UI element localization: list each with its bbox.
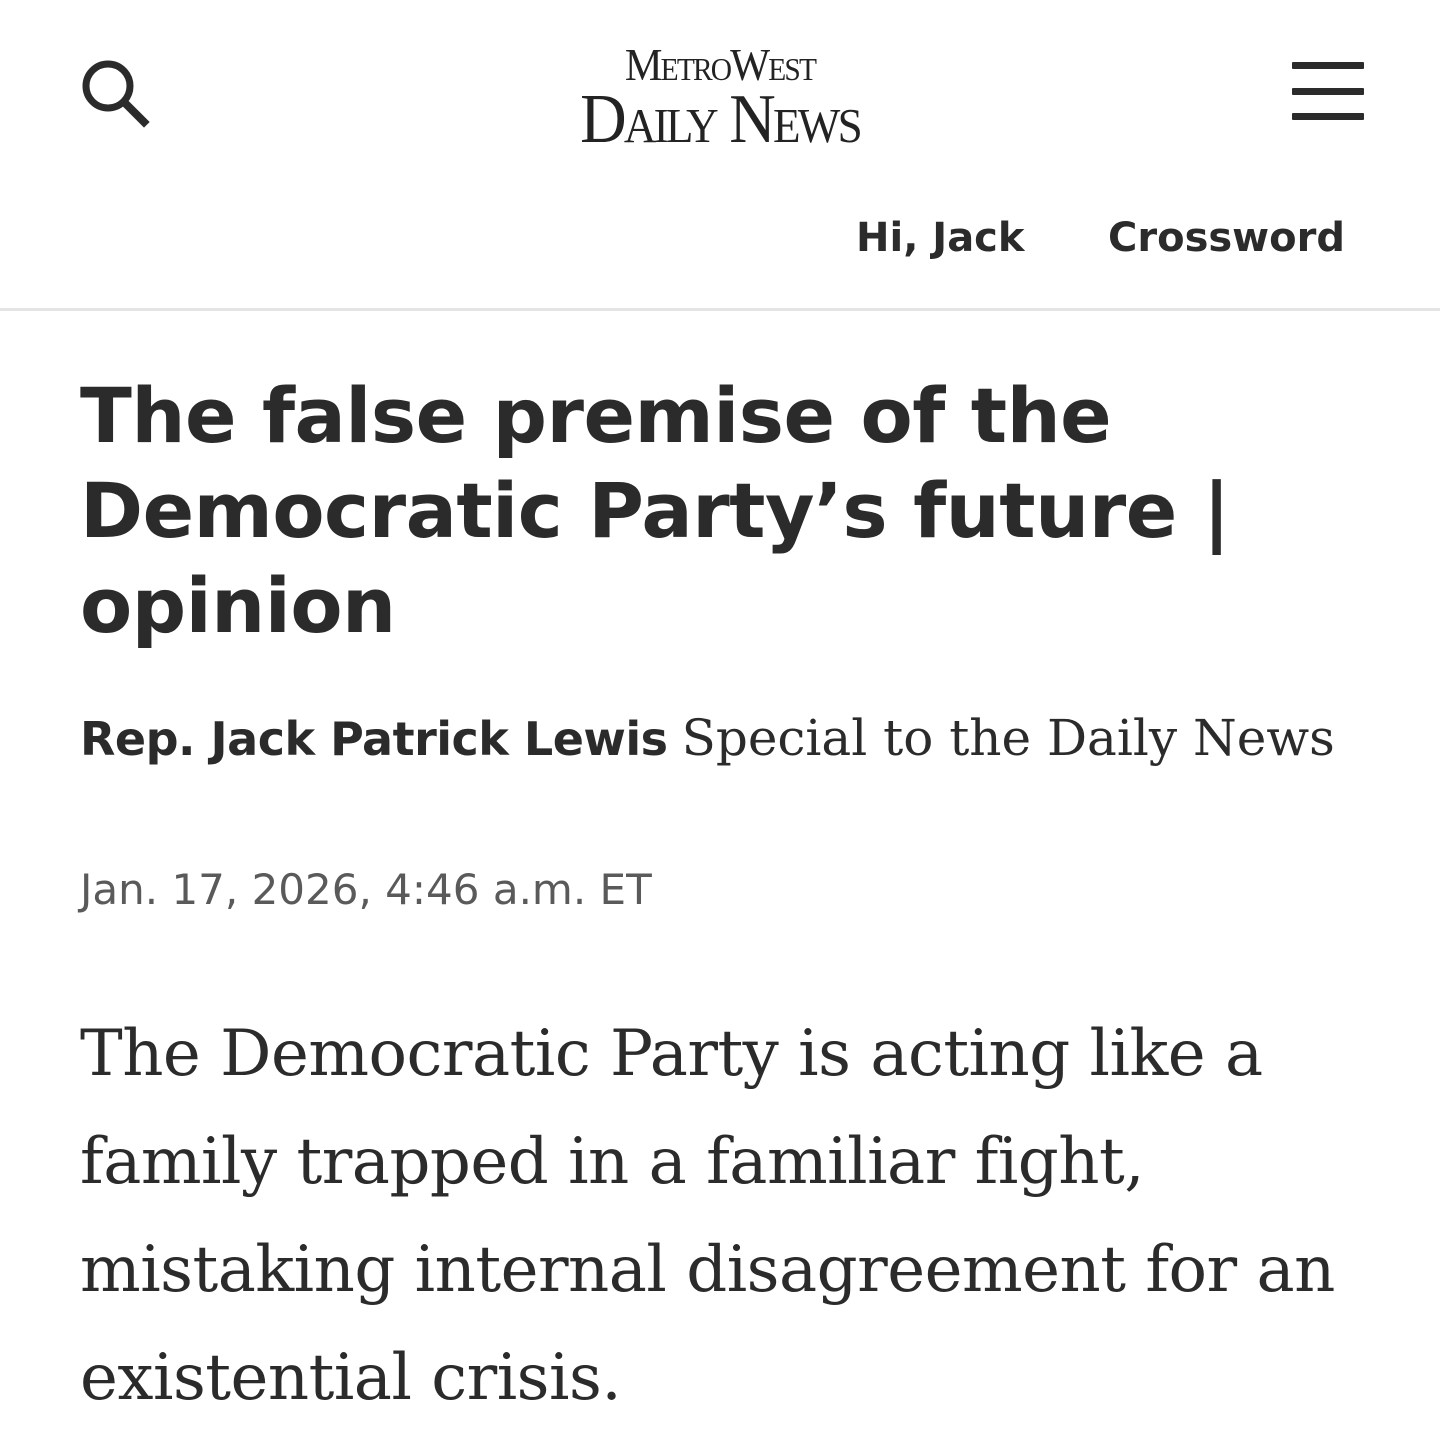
crossword-link[interactable]: Crossword bbox=[1108, 212, 1345, 264]
site-logo[interactable]: MetroWest Daily News bbox=[470, 40, 970, 158]
menu-bar bbox=[1292, 62, 1364, 69]
article-headline: The false premise of the Democratic Part… bbox=[80, 371, 1230, 650]
logo-line-2: Daily News bbox=[580, 81, 863, 158]
site-header: MetroWest Daily News Hi, Jack Crossword bbox=[0, 0, 1440, 311]
search-icon bbox=[74, 52, 154, 132]
article-lede-paragraph: The Democratic Party is acting like a fa… bbox=[80, 1017, 1335, 1415]
publish-timestamp: Jan. 17, 2026, 4:46 a.m. ET bbox=[80, 865, 652, 914]
menu-bar bbox=[1292, 113, 1364, 120]
search-button[interactable] bbox=[74, 52, 154, 132]
byline: Rep. Jack Patrick Lewis Special to the Da… bbox=[80, 702, 1360, 775]
author-name-link[interactable]: Rep. Jack Patrick Lewis bbox=[80, 712, 668, 766]
account-greeting-link[interactable]: Hi, Jack bbox=[856, 212, 1025, 264]
author-affiliation: Special to the Daily News bbox=[681, 709, 1335, 767]
menu-button[interactable] bbox=[1290, 58, 1366, 122]
menu-bar bbox=[1292, 88, 1364, 95]
